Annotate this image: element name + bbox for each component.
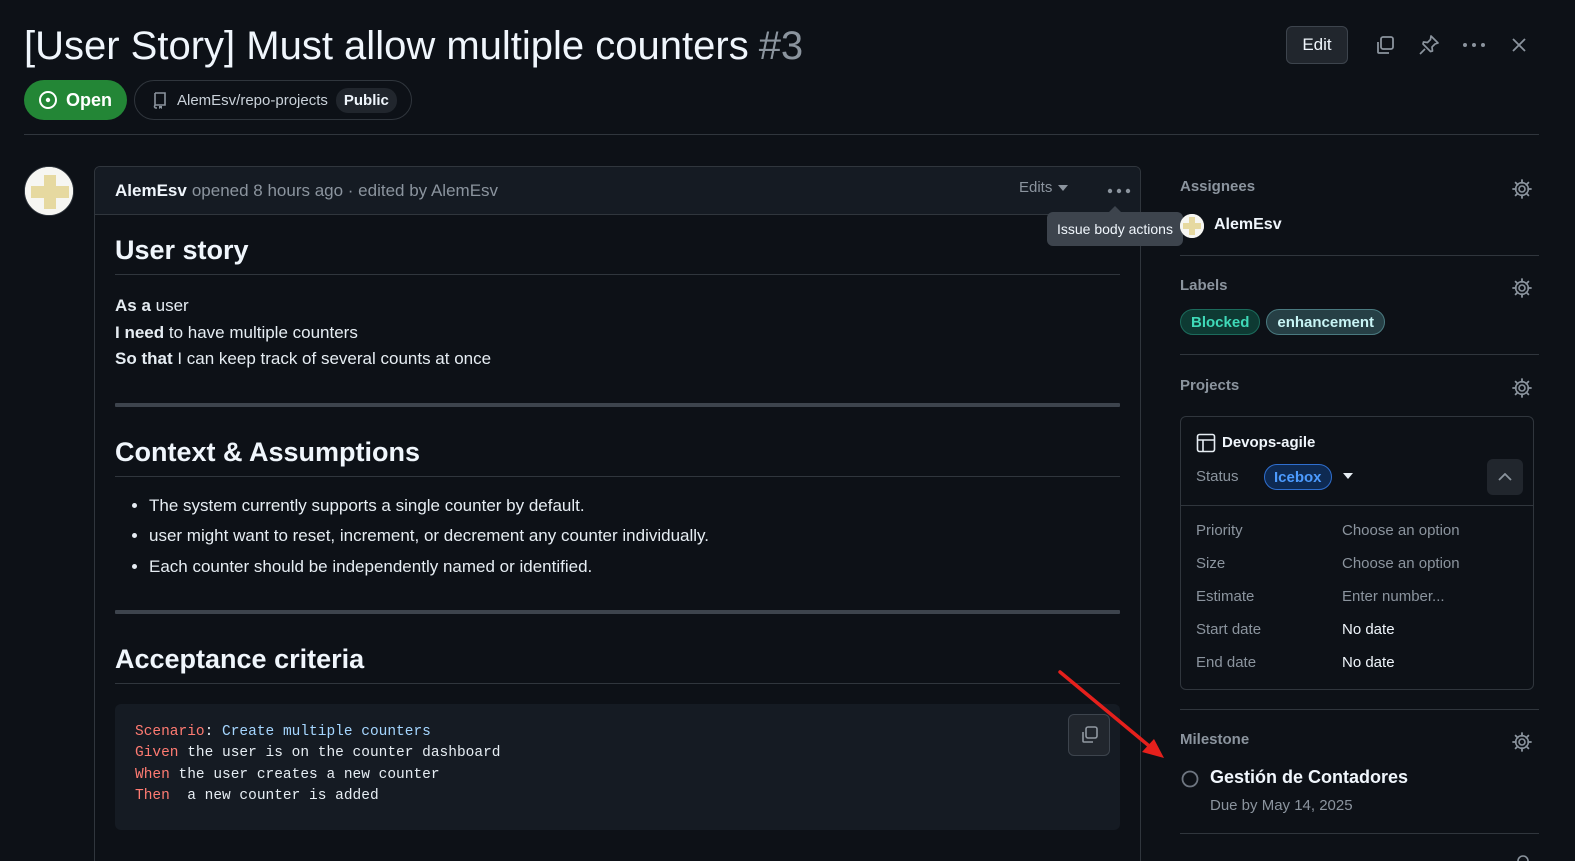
status-caret-down-icon[interactable]	[1343, 473, 1353, 479]
header-divider	[24, 134, 1539, 135]
list-item: user might want to reset, increment, or …	[149, 521, 1120, 552]
context-list: The system currently supports a single c…	[115, 491, 1120, 583]
field-end-date-label: End date	[1196, 654, 1257, 671]
field-estimate-label: Estimate	[1196, 588, 1255, 605]
horizontal-rule	[115, 402, 1120, 407]
sidebar-divider	[1180, 833, 1539, 834]
heading-acceptance: Acceptance criteria	[115, 644, 1120, 684]
code-text: the user is on the counter dashboard	[178, 745, 501, 762]
edits-label: Edits	[1019, 179, 1053, 196]
code-keyword: Given	[135, 745, 179, 762]
code-block: Scenario: Create multiple counters Given…	[115, 704, 1120, 830]
labels-gear-icon[interactable]	[1511, 277, 1533, 299]
code-keyword: Scenario	[135, 724, 205, 740]
milestone-due: Due by May 14, 2025	[1210, 797, 1353, 814]
milestone-progress-icon	[1181, 770, 1199, 788]
code-text: the user creates a new counter	[169, 766, 440, 783]
status-value-badge[interactable]: Icebox	[1264, 464, 1332, 490]
issue-body-actions-tooltip: Issue body actions	[1047, 206, 1183, 246]
list-item: Each counter should be independently nam…	[149, 552, 1120, 583]
list-item: The system currently supports a single c…	[149, 491, 1120, 522]
assignee-avatar[interactable]	[1180, 214, 1204, 238]
story-line-so-that: So that I can keep track of several coun…	[115, 346, 1120, 373]
pin-icon[interactable]	[1414, 30, 1444, 60]
field-estimate-value[interactable]: Enter number...	[1342, 588, 1445, 605]
so-that-text: I can keep track of several counts at on…	[172, 349, 492, 368]
issue-open-icon	[38, 90, 58, 110]
issue-title-text: [User Story] Must allow multiple counter…	[24, 24, 749, 68]
as-a-label: As a	[115, 296, 151, 315]
visibility-badge: Public	[335, 87, 397, 113]
copy-link-icon[interactable]	[1370, 30, 1400, 60]
code-text: a new counter is added	[169, 787, 379, 804]
labels-title[interactable]: Labels	[1180, 277, 1228, 294]
status-label: Status	[1196, 468, 1239, 485]
so-that-label: So that	[115, 349, 173, 368]
issue-state-badge: Open	[24, 80, 128, 120]
author-avatar[interactable]	[24, 166, 74, 216]
table-icon	[1196, 433, 1216, 453]
projects-title[interactable]: Projects	[1180, 377, 1239, 394]
partial-gear-icon	[1516, 853, 1530, 861]
horizontal-rule	[115, 610, 1120, 614]
more-options-icon[interactable]	[1459, 30, 1489, 60]
caret-down-icon	[1058, 184, 1069, 191]
code-keyword: Then	[135, 787, 170, 804]
field-end-date-value[interactable]: No date	[1342, 654, 1395, 671]
issue-state-label: Open	[66, 89, 113, 110]
label-blocked[interactable]: Blocked	[1180, 309, 1261, 335]
annotation-arrow-icon	[1058, 670, 1164, 758]
field-start-date-value[interactable]: No date	[1342, 621, 1395, 638]
edits-dropdown[interactable]: Edits	[1019, 179, 1069, 196]
project-name[interactable]: Devops-agile	[1222, 434, 1315, 451]
sidebar-divider	[1180, 709, 1539, 710]
code-string: Create multiple counters	[213, 724, 431, 740]
assignees-title[interactable]: Assignees	[1180, 178, 1255, 195]
comment-meta[interactable]: opened 8 hours ago · edited by AlemEsv	[192, 181, 498, 201]
code-keyword: When	[135, 766, 170, 783]
comment-author[interactable]: AlemEsv	[115, 181, 187, 201]
milestone-title[interactable]: Milestone	[1180, 731, 1249, 748]
issue-number: #3	[758, 24, 804, 68]
heading-user-story: User story	[115, 235, 1120, 275]
field-size-value[interactable]: Choose an option	[1342, 555, 1460, 572]
field-start-date-label: Start date	[1196, 621, 1262, 638]
labels-list: Blocked enhancement	[1180, 309, 1386, 335]
close-icon[interactable]	[1504, 30, 1534, 60]
projects-gear-icon[interactable]	[1511, 377, 1533, 399]
field-priority-value[interactable]: Choose an option	[1342, 522, 1460, 539]
assignee-name[interactable]: AlemEsv	[1214, 216, 1282, 234]
repo-link[interactable]: AlemEsv/repo-projects Public	[134, 80, 412, 120]
repo-name: AlemEsv/repo-projects	[177, 91, 328, 109]
story-line-as-a: As a user	[115, 293, 1120, 320]
i-need-text: to have multiple counters	[164, 322, 358, 342]
assignees-gear-icon[interactable]	[1511, 178, 1533, 200]
edit-title-button[interactable]: Edit	[1286, 26, 1348, 64]
milestone-name[interactable]: Gestión de Contadores	[1210, 767, 1408, 788]
sidebar-divider	[1180, 255, 1539, 256]
project-card: Devops-agile Status Icebox Priority Choo…	[1180, 416, 1534, 690]
as-a-text: user	[150, 296, 189, 315]
collapse-project-button[interactable]	[1487, 459, 1523, 495]
label-enhancement[interactable]: enhancement	[1266, 309, 1386, 335]
project-card-divider	[1181, 505, 1533, 506]
chevron-up-icon	[1498, 473, 1512, 481]
sidebar-divider	[1180, 354, 1539, 355]
i-need-label: I need	[115, 322, 165, 342]
comment-header: AlemEsv opened 8 hours ago · edited by A…	[95, 167, 1140, 215]
field-size-label: Size	[1196, 555, 1226, 572]
milestone-gear-icon[interactable]	[1511, 731, 1533, 753]
field-priority-label: Priority	[1196, 522, 1243, 539]
story-line-i-need: I need to have multiple counters	[115, 320, 1120, 347]
heading-context: Context & Assumptions	[115, 437, 1120, 477]
repo-icon	[151, 91, 169, 109]
issue-title: [User Story] Must allow multiple counter…	[24, 20, 803, 72]
issue-body: AlemEsv opened 8 hours ago · edited by A…	[94, 166, 1141, 861]
issue-body-actions-button[interactable]	[1105, 181, 1133, 201]
